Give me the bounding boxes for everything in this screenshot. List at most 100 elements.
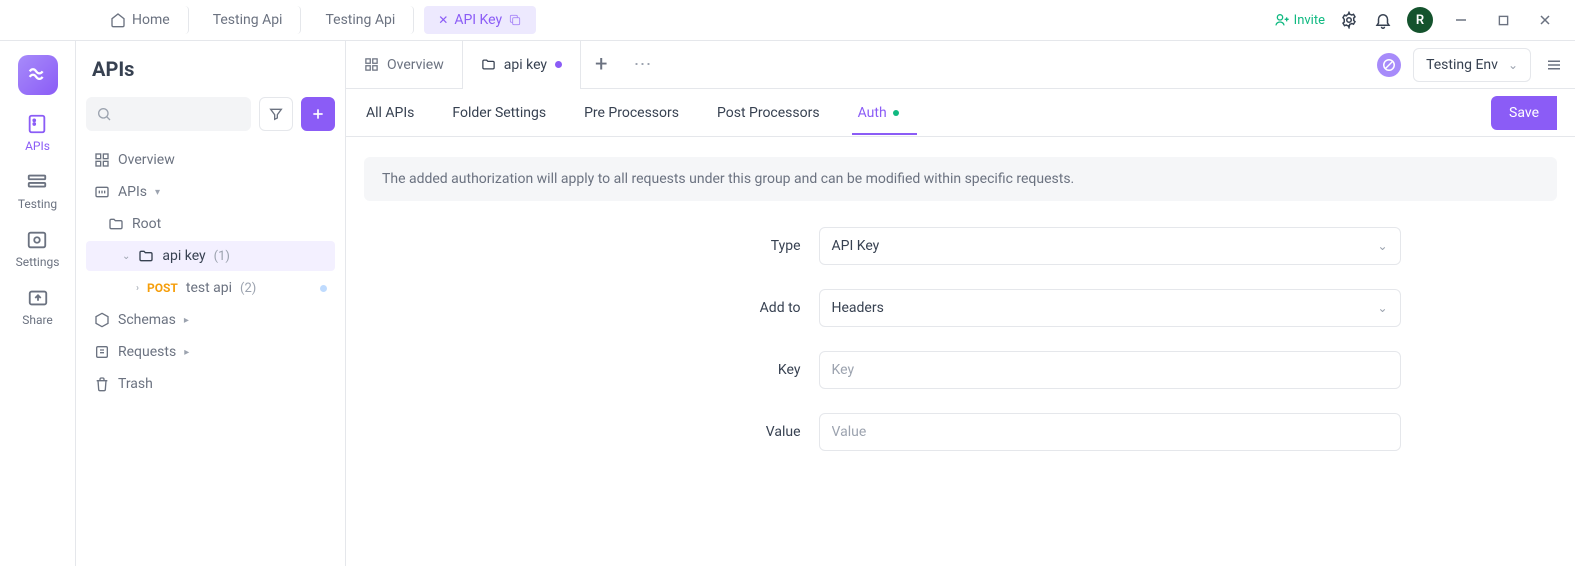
subnav: All APIs Folder Settings Pre Processors …	[346, 89, 1575, 137]
tree-overview[interactable]: Overview	[86, 145, 335, 175]
request-count: (2)	[240, 281, 256, 296]
tree-requests[interactable]: Requests ▸	[86, 337, 335, 367]
tree-root-folder[interactable]: Root	[86, 209, 335, 239]
requests-icon	[94, 344, 110, 360]
subnav-pre-processors[interactable]: Pre Processors	[582, 105, 681, 121]
window-maximize[interactable]	[1489, 6, 1517, 34]
project-tab-active[interactable]: ✕ API Key	[424, 6, 536, 34]
tree-api-key-label: api key	[162, 248, 205, 264]
project-tab-2-label: Testing Api	[325, 12, 395, 28]
doc-tab-api-key[interactable]: api key	[463, 41, 581, 88]
window-close[interactable]	[1531, 6, 1559, 34]
key-input[interactable]	[832, 362, 1388, 378]
sidebar-search[interactable]	[86, 97, 251, 131]
window-minimize[interactable]	[1447, 6, 1475, 34]
project-tab-2[interactable]: Testing Api	[311, 6, 414, 34]
subnav-post-processors[interactable]: Post Processors	[715, 105, 822, 121]
share-icon	[27, 287, 49, 309]
auth-notice: The added authorization will apply to al…	[364, 157, 1557, 201]
panel-menu[interactable]	[1543, 54, 1565, 76]
doc-tab-overview[interactable]: Overview	[346, 41, 463, 88]
bell-icon	[1374, 11, 1392, 29]
save-button[interactable]: Save	[1491, 96, 1557, 130]
app-tabstrip: Home Testing Api Testing Api ✕ API Key I…	[0, 0, 1575, 41]
subnav-auth-label: Auth	[858, 105, 887, 121]
add-to-select[interactable]: Headers ⌄	[819, 289, 1401, 327]
filter-icon	[268, 106, 284, 122]
type-label: Type	[521, 238, 801, 254]
logo-icon	[27, 64, 49, 86]
chevron-down-icon: ⌄	[1508, 58, 1518, 72]
avatar-initial: R	[1416, 13, 1424, 28]
no-environment-icon	[1382, 58, 1396, 72]
chevron-down-icon: ⌄	[122, 251, 130, 262]
user-avatar[interactable]: R	[1407, 7, 1433, 33]
rail-settings[interactable]: Settings	[16, 229, 60, 269]
external-icon	[508, 13, 522, 27]
sidebar: APIs Overview APIs ▾	[76, 41, 346, 566]
rail-apis[interactable]: APIs	[25, 113, 50, 153]
request-method: POST	[147, 281, 178, 295]
gear-icon	[1340, 11, 1358, 29]
rail-share[interactable]: Share	[22, 287, 53, 327]
more-icon: ⋯	[634, 54, 652, 75]
chevron-down-icon: ⌄	[1377, 239, 1387, 253]
env-indicator[interactable]	[1377, 53, 1401, 77]
project-tab-active-label: API Key	[454, 12, 502, 28]
home-icon	[110, 12, 126, 28]
environment-label: Testing Env	[1426, 57, 1498, 73]
doc-tab-more[interactable]: ⋯	[622, 41, 664, 88]
doc-tabs: Overview api key + ⋯ Testing Env ⌄	[346, 41, 1575, 89]
chevron-down-icon: ▾	[155, 187, 160, 198]
tree-apis-root[interactable]: APIs ▾	[86, 177, 335, 207]
grid-icon	[364, 57, 379, 72]
type-select[interactable]: API Key ⌄	[819, 227, 1401, 265]
filter-button[interactable]	[259, 97, 293, 131]
close-tab-icon[interactable]: ✕	[438, 13, 448, 27]
settings-icon-button[interactable]	[1339, 10, 1359, 30]
maximize-icon	[1498, 15, 1509, 26]
content-area: Overview api key + ⋯ Testing Env ⌄	[346, 41, 1575, 566]
tree-api-key-folder[interactable]: ⌄ api key (1)	[86, 241, 335, 271]
key-input-wrap	[819, 351, 1401, 389]
project-tab-1[interactable]: Testing Api	[199, 6, 302, 34]
tree-trash[interactable]: Trash	[86, 369, 335, 399]
plus-icon	[310, 106, 326, 122]
unsaved-indicator	[320, 285, 327, 292]
modified-dot-icon	[555, 61, 562, 68]
add-to-value: Headers	[832, 300, 884, 316]
tree-schemas[interactable]: Schemas ▸	[86, 305, 335, 335]
home-tab[interactable]: Home	[96, 6, 189, 34]
settings-icon	[26, 229, 48, 251]
value-input[interactable]	[832, 424, 1388, 440]
doc-tab-add[interactable]: +	[581, 41, 621, 88]
folder-icon	[108, 216, 124, 232]
environment-select[interactable]: Testing Env ⌄	[1413, 48, 1531, 82]
sidebar-title-row: APIs	[86, 55, 335, 87]
app-logo[interactable]	[18, 55, 58, 95]
menu-icon	[1545, 56, 1563, 74]
chevron-right-icon: ▸	[184, 347, 189, 358]
type-value: API Key	[832, 238, 880, 254]
subnav-auth[interactable]: Auth	[856, 105, 901, 121]
notifications-button[interactable]	[1373, 10, 1393, 30]
add-button[interactable]	[301, 97, 335, 131]
invite-button[interactable]: Invite	[1274, 12, 1325, 28]
tree-apis-label: APIs	[118, 184, 147, 200]
subnav-folder-settings[interactable]: Folder Settings	[450, 105, 548, 121]
nav-rail: APIs Testing Settings Share	[0, 41, 76, 566]
subnav-pre-label: Pre Processors	[584, 105, 679, 121]
schema-icon	[94, 312, 110, 328]
subnav-all-apis[interactable]: All APIs	[364, 105, 416, 121]
save-button-label: Save	[1509, 105, 1539, 121]
auth-panel: The added authorization will apply to al…	[346, 137, 1575, 566]
rail-testing[interactable]: Testing	[18, 171, 57, 211]
api-icon	[94, 184, 110, 200]
tree-schemas-label: Schemas	[118, 312, 176, 328]
subnav-folder-settings-label: Folder Settings	[452, 105, 546, 121]
chevron-down-icon: ⌄	[1377, 301, 1387, 315]
value-input-wrap	[819, 413, 1401, 451]
tree-requests-label: Requests	[118, 344, 176, 360]
tree-request-test-api[interactable]: › POST test api (2)	[86, 273, 335, 303]
apis-icon	[26, 113, 48, 135]
